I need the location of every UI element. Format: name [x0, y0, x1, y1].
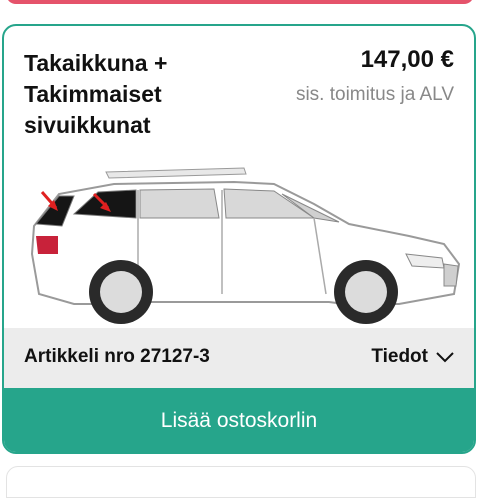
- info-bar: Artikkeli nro 27127-3 Tiedot: [4, 328, 474, 388]
- chevron-down-icon: [436, 352, 454, 363]
- price-note: sis. toimitus ja ALV: [295, 84, 454, 105]
- next-card-edge: [6, 466, 476, 498]
- details-label: Tiedot: [371, 346, 428, 367]
- add-to-cart-button[interactable]: Lisää ostoskorlin: [4, 388, 474, 452]
- previous-card-red-bar: [6, 0, 474, 4]
- product-card: Takaikkuna + Takimmaiset sivuikkunat 147…: [2, 24, 476, 454]
- article-number: Artikkeli nro 27127-3: [24, 346, 210, 367]
- product-price: 147,00 €: [360, 46, 454, 73]
- previous-card-edge: [0, 0, 480, 6]
- details-toggle[interactable]: Tiedot: [371, 346, 454, 368]
- product-title: Takaikkuna + Takimmaiset sivuikkunat: [24, 50, 168, 138]
- car-illustration: [30, 167, 461, 324]
